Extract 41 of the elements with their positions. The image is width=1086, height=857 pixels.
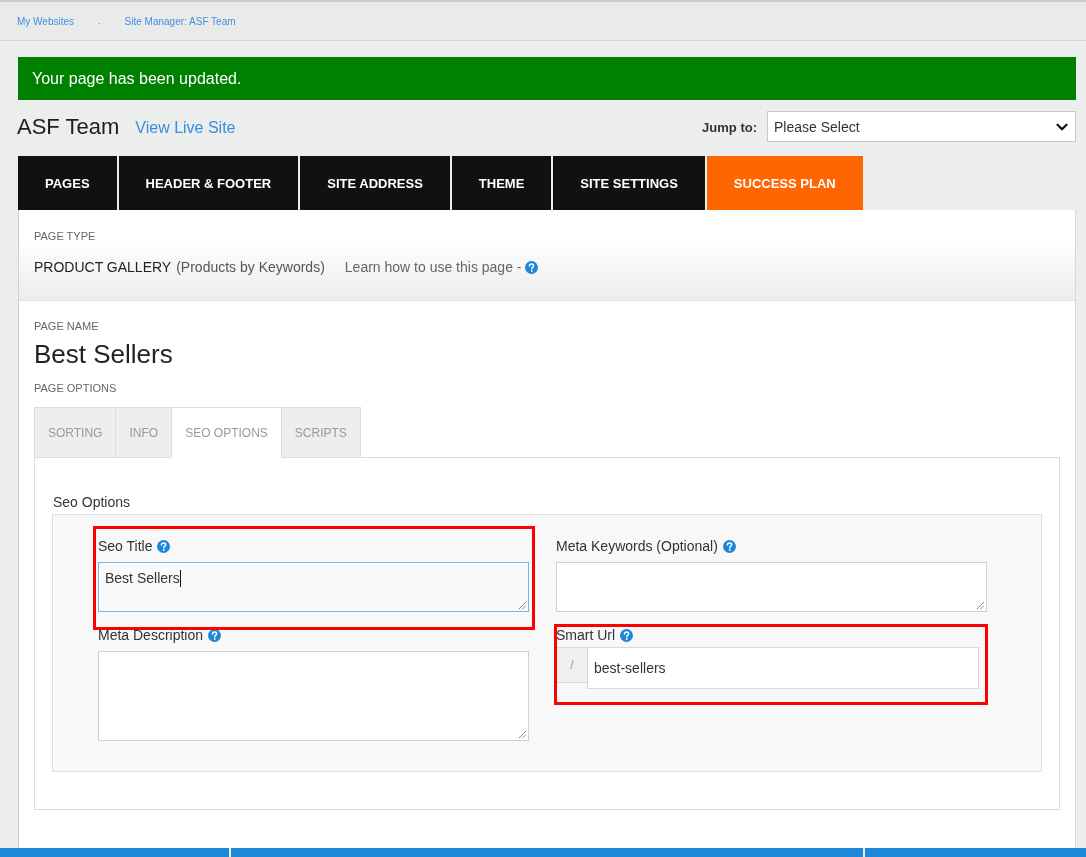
field-label: Seo Title bbox=[98, 537, 153, 555]
option-tab[interactable]: SEO OPTIONS bbox=[171, 407, 282, 458]
page-name: Best Sellers bbox=[34, 339, 174, 369]
resize-grip-icon[interactable] bbox=[976, 601, 984, 609]
section-title: Seo Options bbox=[53, 493, 132, 511]
view-live-site-link[interactable]: View Live Site bbox=[135, 119, 236, 137]
field-label: Meta Description bbox=[98, 626, 204, 644]
text-area-field[interactable] bbox=[556, 562, 987, 612]
success-alert: Your page has been updated. bbox=[18, 57, 1076, 100]
field-label: Smart Url bbox=[556, 626, 616, 644]
section-heading: PAGE TYPE bbox=[34, 230, 97, 243]
help-link[interactable]: Learn how to use this page - bbox=[344, 258, 522, 276]
jump-to-select[interactable]: Please Select bbox=[767, 111, 1076, 142]
resize-grip-icon[interactable] bbox=[518, 601, 526, 609]
text-cursor-icon bbox=[179, 570, 181, 587]
page-type-detail: (Products by Keywords) bbox=[176, 258, 325, 276]
site-title: ASF Team bbox=[17, 113, 120, 140]
resize-grip-icon[interactable] bbox=[518, 730, 526, 738]
nav-tab[interactable]: HEADER & FOOTER bbox=[118, 156, 299, 210]
breadcrumb-link[interactable]: My Websites bbox=[17, 15, 75, 27]
url-prefix-addon: / bbox=[556, 647, 587, 683]
nav-tab[interactable]: SITE ADDRESS bbox=[300, 156, 450, 210]
section-heading: PAGE NAME bbox=[34, 320, 100, 333]
help-icon[interactable] bbox=[157, 539, 171, 553]
help-icon[interactable] bbox=[525, 260, 539, 274]
nav-tab[interactable]: PAGES bbox=[18, 156, 117, 210]
text-area-field[interactable]: Best Sellers bbox=[98, 562, 529, 612]
help-icon[interactable] bbox=[620, 628, 634, 642]
nav-tab[interactable]: THEME bbox=[451, 156, 552, 210]
text-area-field[interactable] bbox=[98, 651, 529, 741]
url-input-field[interactable]: best-sellers bbox=[587, 647, 979, 689]
jump-to-label: Jump to: bbox=[702, 120, 757, 135]
breadcrumb-link[interactable]: Site Manager: ASF Team bbox=[124, 15, 236, 27]
nav-tab[interactable]: SITE SETTINGS bbox=[553, 156, 705, 210]
breadcrumb-separator: . bbox=[98, 16, 101, 26]
help-icon[interactable] bbox=[722, 539, 736, 553]
nav-tab[interactable]: SUCCESS PLAN bbox=[706, 156, 863, 210]
page-type-name: PRODUCT GALLERY bbox=[34, 258, 172, 276]
help-icon[interactable] bbox=[208, 628, 222, 642]
field-label: Meta Keywords (Optional) bbox=[556, 537, 718, 555]
section-heading: PAGE OPTIONS bbox=[34, 382, 118, 395]
